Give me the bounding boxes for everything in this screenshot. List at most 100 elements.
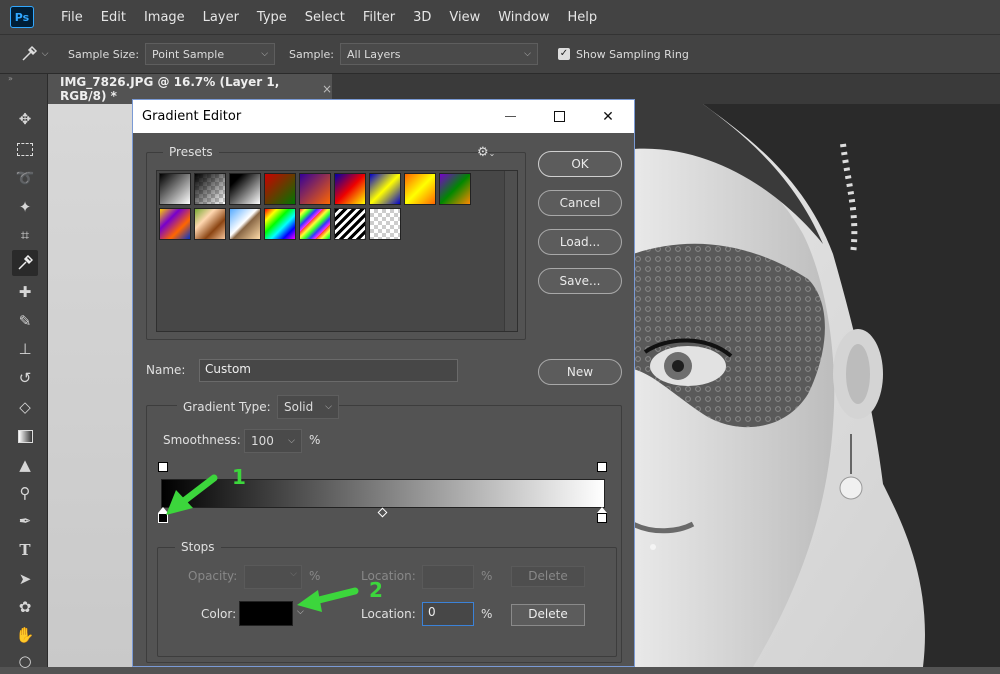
blur-tool-icon[interactable]: ▲	[12, 452, 38, 478]
healing-brush-tool-icon[interactable]: ✚	[12, 279, 38, 305]
menu-image[interactable]: Image	[135, 10, 194, 25]
gradient-preview-bar[interactable]	[161, 479, 605, 508]
preset-yellow-violet-orange-blue[interactable]	[159, 208, 191, 240]
preset-violet-green-orange[interactable]	[439, 173, 471, 205]
preset-chrome[interactable]	[229, 208, 261, 240]
menu-help[interactable]: Help	[559, 10, 607, 25]
menu-edit[interactable]: Edit	[92, 10, 135, 25]
color-location-unit: %	[481, 607, 493, 621]
preset-fg-to-bg[interactable]	[159, 173, 191, 205]
eyedropper-preset-icon[interactable]: ⌵	[14, 34, 54, 74]
dialog-title: Gradient Editor	[142, 109, 242, 124]
maximize-icon[interactable]	[536, 100, 582, 133]
opacity-stop-right[interactable]	[597, 462, 607, 472]
cancel-button[interactable]: Cancel	[538, 190, 622, 216]
dodge-tool-icon[interactable]: ⚲	[12, 480, 38, 506]
preset-transparent[interactable]	[369, 208, 401, 240]
clone-stamp-tool-icon[interactable]: ⊥	[12, 336, 38, 362]
gradient-type-value: Solid	[284, 400, 314, 414]
name-input[interactable]: Custom	[199, 359, 458, 382]
panel-collapse-icon[interactable]: »	[8, 74, 13, 83]
marquee-tool-icon[interactable]	[12, 136, 38, 162]
color-stop-right[interactable]	[597, 513, 607, 523]
load-button[interactable]: Load...	[538, 229, 622, 255]
preset-spectrum[interactable]	[264, 208, 296, 240]
smoothness-select[interactable]: 100 ⌵	[244, 429, 302, 453]
preset-copper[interactable]	[194, 208, 226, 240]
tools-panel: » ✥ ➰ ✦ ⌗ ✚ ✎ ⊥ ↺ ◇ ▲ ⚲ ✒ T ➤ ✿ ✋ ○	[0, 74, 48, 670]
preset-blue-yellow-blue[interactable]	[369, 173, 401, 205]
path-selection-tool-icon[interactable]: ➤	[12, 566, 38, 592]
menu-filter[interactable]: Filter	[354, 10, 404, 25]
brush-tool-icon[interactable]: ✎	[12, 308, 38, 334]
sample-label: Sample:	[289, 47, 334, 61]
menu-layer[interactable]: Layer	[194, 10, 248, 25]
stops-label: Stops	[175, 540, 221, 554]
hand-tool-icon[interactable]: ✋	[12, 622, 38, 648]
smoothness-value: 100	[251, 434, 274, 448]
gradient-type-select[interactable]: Solid ⌵	[277, 395, 339, 419]
color-delete-button[interactable]: Delete	[511, 604, 585, 626]
smoothness-label: Smoothness:	[163, 433, 241, 447]
show-ring-label: Show Sampling Ring	[575, 47, 689, 61]
opacity-input: ⌵	[244, 565, 302, 589]
minimize-icon[interactable]	[487, 100, 533, 133]
type-tool-icon[interactable]: T	[12, 537, 38, 563]
chevron-down-icon[interactable]: ⌵	[297, 607, 304, 617]
color-location-label: Location:	[361, 607, 416, 621]
move-tool-icon[interactable]: ✥	[12, 106, 38, 132]
opacity-label: Opacity:	[188, 569, 238, 583]
menu-type[interactable]: Type	[248, 10, 296, 25]
sample-size-select[interactable]: Point Sample ⌵	[145, 43, 276, 65]
opacity-location-unit: %	[481, 569, 493, 583]
chevron-down-icon: ⌵	[288, 436, 295, 446]
preset-transparent-stripes[interactable]	[334, 208, 366, 240]
menu-file[interactable]: File	[52, 10, 92, 25]
photoshop-logo-icon: Ps	[10, 6, 34, 28]
ok-button[interactable]: OK	[538, 151, 622, 177]
preset-transparent-rainbow[interactable]	[299, 208, 331, 240]
history-brush-tool-icon[interactable]: ↺	[12, 365, 38, 391]
menu-select[interactable]: Select	[296, 10, 354, 25]
crop-tool-icon[interactable]: ⌗	[12, 222, 38, 248]
close-icon[interactable]: ✕	[585, 100, 631, 133]
color-location-input[interactable]: 0	[422, 602, 474, 626]
preset-orange-yellow-orange[interactable]	[404, 173, 436, 205]
zoom-tool-icon[interactable]: ○	[12, 648, 38, 674]
sample-select[interactable]: All Layers ⌵	[339, 43, 538, 65]
menu-3d[interactable]: 3D	[404, 10, 440, 25]
save-button[interactable]: Save...	[538, 268, 622, 294]
close-icon[interactable]: ×	[322, 82, 332, 96]
pen-tool-icon[interactable]: ✒	[12, 508, 38, 534]
chevron-down-icon: ⌵	[524, 49, 531, 59]
menu-view[interactable]: View	[440, 10, 489, 25]
new-button[interactable]: New	[538, 359, 622, 385]
chevron-down-icon: ⌵	[290, 569, 297, 579]
menu-bar: Ps File Edit Image Layer Type Select Fil…	[0, 0, 1000, 34]
preset-blue-red-yellow[interactable]	[334, 173, 366, 205]
menu-window[interactable]: Window	[489, 10, 558, 25]
eyedropper-tool-icon[interactable]	[12, 250, 38, 276]
show-ring-checkbox[interactable]: ✓	[557, 48, 570, 60]
lasso-tool-icon[interactable]: ➰	[12, 165, 38, 191]
opacity-delete-button: Delete	[511, 566, 585, 587]
color-stop-swatch[interactable]	[239, 601, 293, 626]
gradient-tool-icon[interactable]	[12, 423, 38, 449]
preset-violet-orange[interactable]	[299, 173, 331, 205]
eraser-tool-icon[interactable]: ◇	[12, 394, 38, 420]
chevron-down-icon: ⌵	[325, 402, 332, 412]
presets-menu-gear-icon[interactable]: ⚙⌄	[477, 145, 495, 160]
color-stop-left[interactable]	[158, 513, 168, 523]
stops-group	[157, 547, 617, 657]
opacity-stop-left[interactable]	[158, 462, 168, 472]
custom-shape-tool-icon[interactable]: ✿	[12, 594, 38, 620]
dialog-title-bar: Gradient Editor ✕	[133, 100, 634, 133]
preset-fg-to-transparent[interactable]	[194, 173, 226, 205]
magic-wand-tool-icon[interactable]: ✦	[12, 194, 38, 220]
gradient-editor-dialog: Gradient Editor ✕ Presets ⚙⌄ OK Cancel L…	[132, 99, 635, 667]
preset-red-green[interactable]	[264, 173, 296, 205]
preset-black-white[interactable]	[229, 173, 261, 205]
document-photo	[633, 104, 1000, 667]
chevron-down-icon: ⌵	[261, 49, 269, 59]
presets-scrollbar[interactable]	[504, 171, 517, 331]
